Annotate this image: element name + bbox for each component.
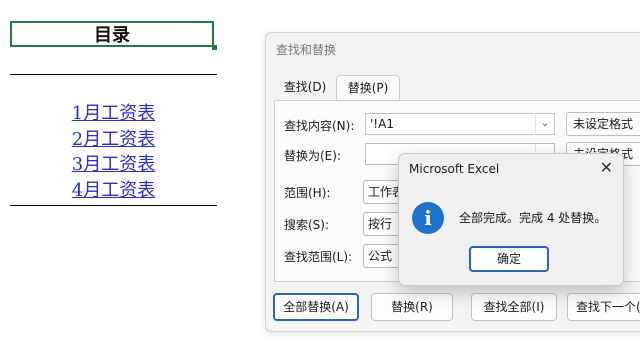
replace-with-label: 替换为(E):: [284, 149, 341, 163]
tab-find[interactable]: 查找(D): [276, 75, 334, 101]
bottom-border-line: [10, 205, 217, 206]
find-what-label: 查找内容(N):: [284, 119, 355, 133]
find-what-input[interactable]: '!A1 ⌄: [365, 113, 555, 135]
replace-button[interactable]: 替换(R): [371, 293, 453, 321]
find-all-button[interactable]: 查找全部(I): [471, 293, 557, 321]
message-text: 全部完成。完成 4 处替换。: [459, 211, 607, 225]
toc-link-list: 1月工资表 2月工资表 3月工资表 4月工资表: [10, 101, 217, 203]
top-border-line: [10, 74, 217, 75]
close-icon[interactable]: ✕: [600, 158, 613, 177]
find-what-value: '!A1: [370, 117, 394, 131]
link-april-salary[interactable]: 4月工资表: [10, 178, 217, 204]
chevron-down-icon[interactable]: ⌄: [535, 114, 554, 134]
fill-handle[interactable]: [212, 45, 217, 50]
tab-replace[interactable]: 替换(P): [336, 75, 400, 101]
dialog-title: 查找和替换: [276, 43, 337, 57]
link-february-salary[interactable]: 2月工资表: [10, 127, 217, 153]
find-next-button[interactable]: 查找下一个(F): [567, 293, 640, 321]
link-march-salary[interactable]: 3月工资表: [10, 152, 217, 178]
info-icon: i: [412, 202, 444, 234]
excel-message-box: Microsoft Excel ✕ i 全部完成。完成 4 处替换。 确定: [398, 153, 624, 286]
ok-button[interactable]: 确定: [469, 246, 549, 272]
find-format-button[interactable]: 未设定格式: [566, 112, 640, 136]
toc-title-cell[interactable]: 目录: [10, 21, 214, 47]
within-label: 范围(H):: [284, 186, 331, 200]
replace-all-button[interactable]: 全部替换(A): [273, 293, 359, 321]
look-in-label: 查找范围(L):: [284, 250, 353, 264]
search-label: 搜索(S):: [284, 218, 330, 232]
message-box-title: Microsoft Excel: [409, 162, 500, 176]
link-january-salary[interactable]: 1月工资表: [10, 101, 217, 127]
